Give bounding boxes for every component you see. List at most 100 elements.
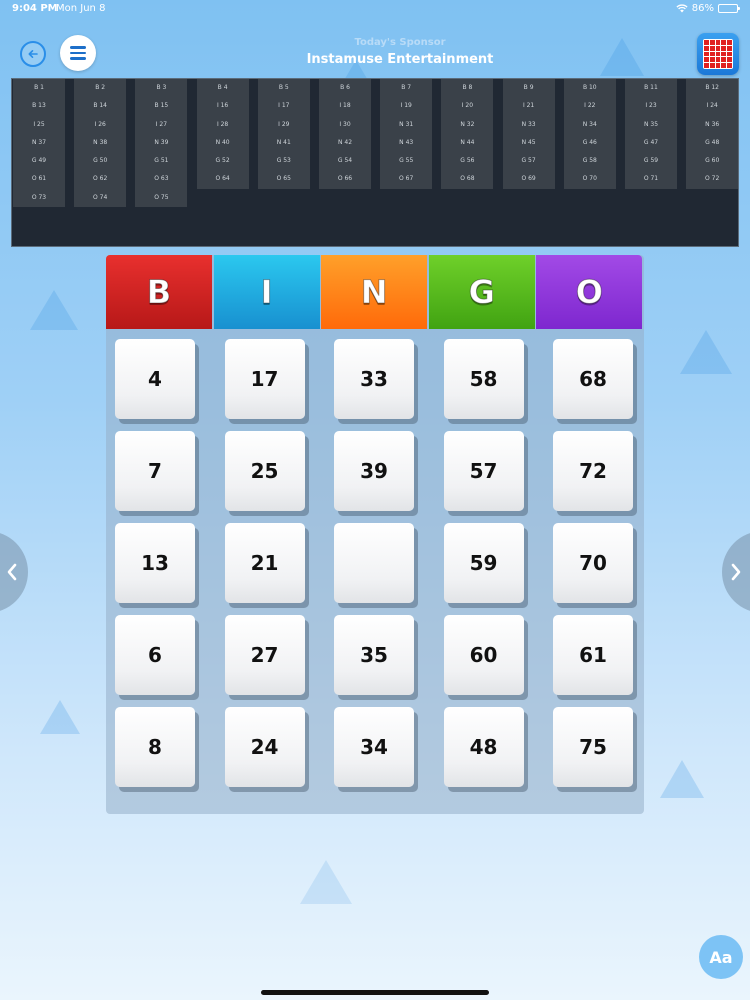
battery-icon	[718, 4, 740, 13]
board-cell: B 6	[319, 79, 371, 98]
board-cell: I 27	[135, 115, 188, 134]
board-column: B 10 I 22 N 34 G 46 G 58 O 70	[563, 79, 616, 189]
card-number-tile[interactable]: 25	[224, 431, 305, 511]
board-cell: G 56	[441, 152, 494, 171]
card-number-tile[interactable]: 13	[115, 523, 195, 603]
board-cell: O 70	[563, 170, 616, 189]
board-cell: N 36	[686, 115, 739, 134]
background-triangle	[300, 860, 352, 904]
card-number-tile[interactable]: 70	[553, 523, 633, 603]
board-cell: B 11	[625, 79, 677, 98]
sponsor-label: Today's Sponsor	[354, 37, 446, 48]
board-column: B 8I 20 N 32 N 44 G 56 O 68	[441, 79, 494, 189]
card-number-tile[interactable]: 58	[443, 339, 524, 419]
board-cell: G 53	[257, 152, 310, 171]
card-number-tile[interactable]: 75	[553, 707, 633, 787]
calendar-grid-button[interactable]	[697, 33, 739, 75]
sponsor-name: Instamuse Entertainment	[306, 52, 494, 67]
card-number-tile[interactable]: 68	[553, 339, 633, 419]
board-cell: I 21	[502, 97, 555, 116]
column-header-g: G	[428, 255, 535, 329]
board-cell: G 58	[563, 152, 616, 171]
board-cell: N 38	[74, 133, 127, 153]
board-cell: G 51	[135, 152, 188, 171]
status-bar: 9:04 PM Mon Jun 8 86%	[0, 0, 750, 20]
board-cell: O 62	[74, 170, 127, 189]
board-cell: O 64	[196, 170, 249, 189]
board-column: B 1B 13 I 25 N 37 G 49 O 61 O 73	[13, 79, 65, 208]
card-number-tile[interactable]: 34	[334, 707, 414, 787]
board-cell: N 34	[563, 115, 616, 134]
board-cell: I 18	[319, 97, 371, 116]
board-cell: I 25	[13, 115, 65, 134]
board-cell: B 8	[441, 79, 494, 98]
board-cell: O 72	[686, 170, 739, 189]
called-numbers-board: B 1B 13 I 25 N 37 G 49 O 61 O 73 B 2B 14 I 26 N …	[11, 78, 739, 247]
board-column: B 4I 16 I 28 N 40 G 52 O 64	[196, 79, 249, 189]
board-cell: I 22	[563, 97, 616, 116]
board-cell: G 49	[13, 152, 65, 171]
home-indicator	[261, 990, 489, 995]
chevron-left-icon	[7, 563, 17, 581]
card-number-tile[interactable]: 4	[115, 339, 195, 419]
battery-percent: 86%	[691, 3, 714, 14]
board-cell: B 14	[74, 97, 127, 116]
board-cell: N 42	[319, 133, 371, 153]
board-cell: N 41	[257, 133, 310, 153]
board-column: B 2B 14 I 26 N 38 G 50 O 62 O 74	[74, 79, 127, 208]
board-cell: B 2	[74, 79, 127, 98]
column-header-n: N	[321, 255, 428, 329]
board-cell: O 73	[13, 188, 65, 208]
card-number-tile[interactable]: 7	[115, 431, 195, 511]
free-space-tile[interactable]	[334, 523, 414, 603]
board-cell: O 71	[625, 170, 677, 189]
board-column: B 11 I 23 N 35 G 47 G 59 O 71	[625, 79, 677, 189]
card-number-tile[interactable]: 35	[334, 615, 414, 695]
board-cell: O 68	[441, 170, 494, 189]
board-cell: O 69	[502, 170, 555, 189]
board-cell: I 23	[625, 97, 677, 116]
card-number-tile[interactable]: 39	[334, 431, 414, 511]
board-cell: O 65	[257, 170, 310, 189]
board-column: B 6I 18 I 30 N 42 G 54 O 66	[319, 79, 371, 189]
card-number-tile[interactable]: 59	[443, 523, 524, 603]
board-cell: G 59	[625, 152, 677, 171]
board-cell: I 19	[380, 97, 433, 116]
background-triangle	[30, 290, 78, 330]
board-cell: B 13	[13, 97, 65, 116]
board-cell: O 63	[135, 170, 188, 189]
card-number-tile[interactable]: 48	[443, 707, 524, 787]
board-cell: N 32	[441, 115, 494, 134]
previous-card-button[interactable]	[0, 531, 28, 613]
board-cell: N 37	[13, 133, 65, 153]
board-cell: N 31	[380, 115, 433, 134]
board-cell: I 17	[257, 97, 310, 116]
background-triangle	[660, 760, 704, 798]
card-number-tile[interactable]: 17	[224, 339, 305, 419]
calendar-grid-icon	[703, 39, 733, 69]
background-triangle	[40, 700, 80, 734]
board-column: B 12 I 24 N 36 G 48 G 60 O 72	[686, 79, 739, 189]
board-cell: B 12	[686, 79, 739, 98]
board-cell: B 4	[196, 79, 249, 98]
board-cell: I 29	[257, 115, 310, 134]
board-cell: N 44	[441, 133, 494, 153]
board-cell: G 47	[625, 133, 677, 153]
card-number-tile[interactable]: 24	[224, 707, 305, 787]
next-card-button[interactable]	[722, 531, 750, 613]
card-number-tile[interactable]: 33	[334, 339, 414, 419]
font-size-button[interactable]: Aa	[699, 935, 743, 979]
card-number-tile[interactable]: 57	[443, 431, 524, 511]
board-cell: O 74	[74, 188, 127, 208]
card-number-tile[interactable]: 72	[553, 431, 633, 511]
bingo-card: B I N G O 4 17 33 58 68 7 25 39 57 72 13 21 59 70 6 27 35 60 61…	[106, 255, 644, 814]
card-number-tile[interactable]: 21	[224, 523, 305, 603]
board-cell: B 1	[13, 79, 65, 98]
card-number-tile[interactable]: 6	[115, 615, 195, 695]
board-cell: N 33	[502, 115, 555, 134]
card-number-tile[interactable]: 60	[443, 615, 524, 695]
board-cell: B 3	[135, 79, 188, 98]
card-number-tile[interactable]: 27	[224, 615, 305, 695]
card-number-tile[interactable]: 8	[115, 707, 195, 787]
card-number-tile[interactable]: 61	[553, 615, 633, 695]
